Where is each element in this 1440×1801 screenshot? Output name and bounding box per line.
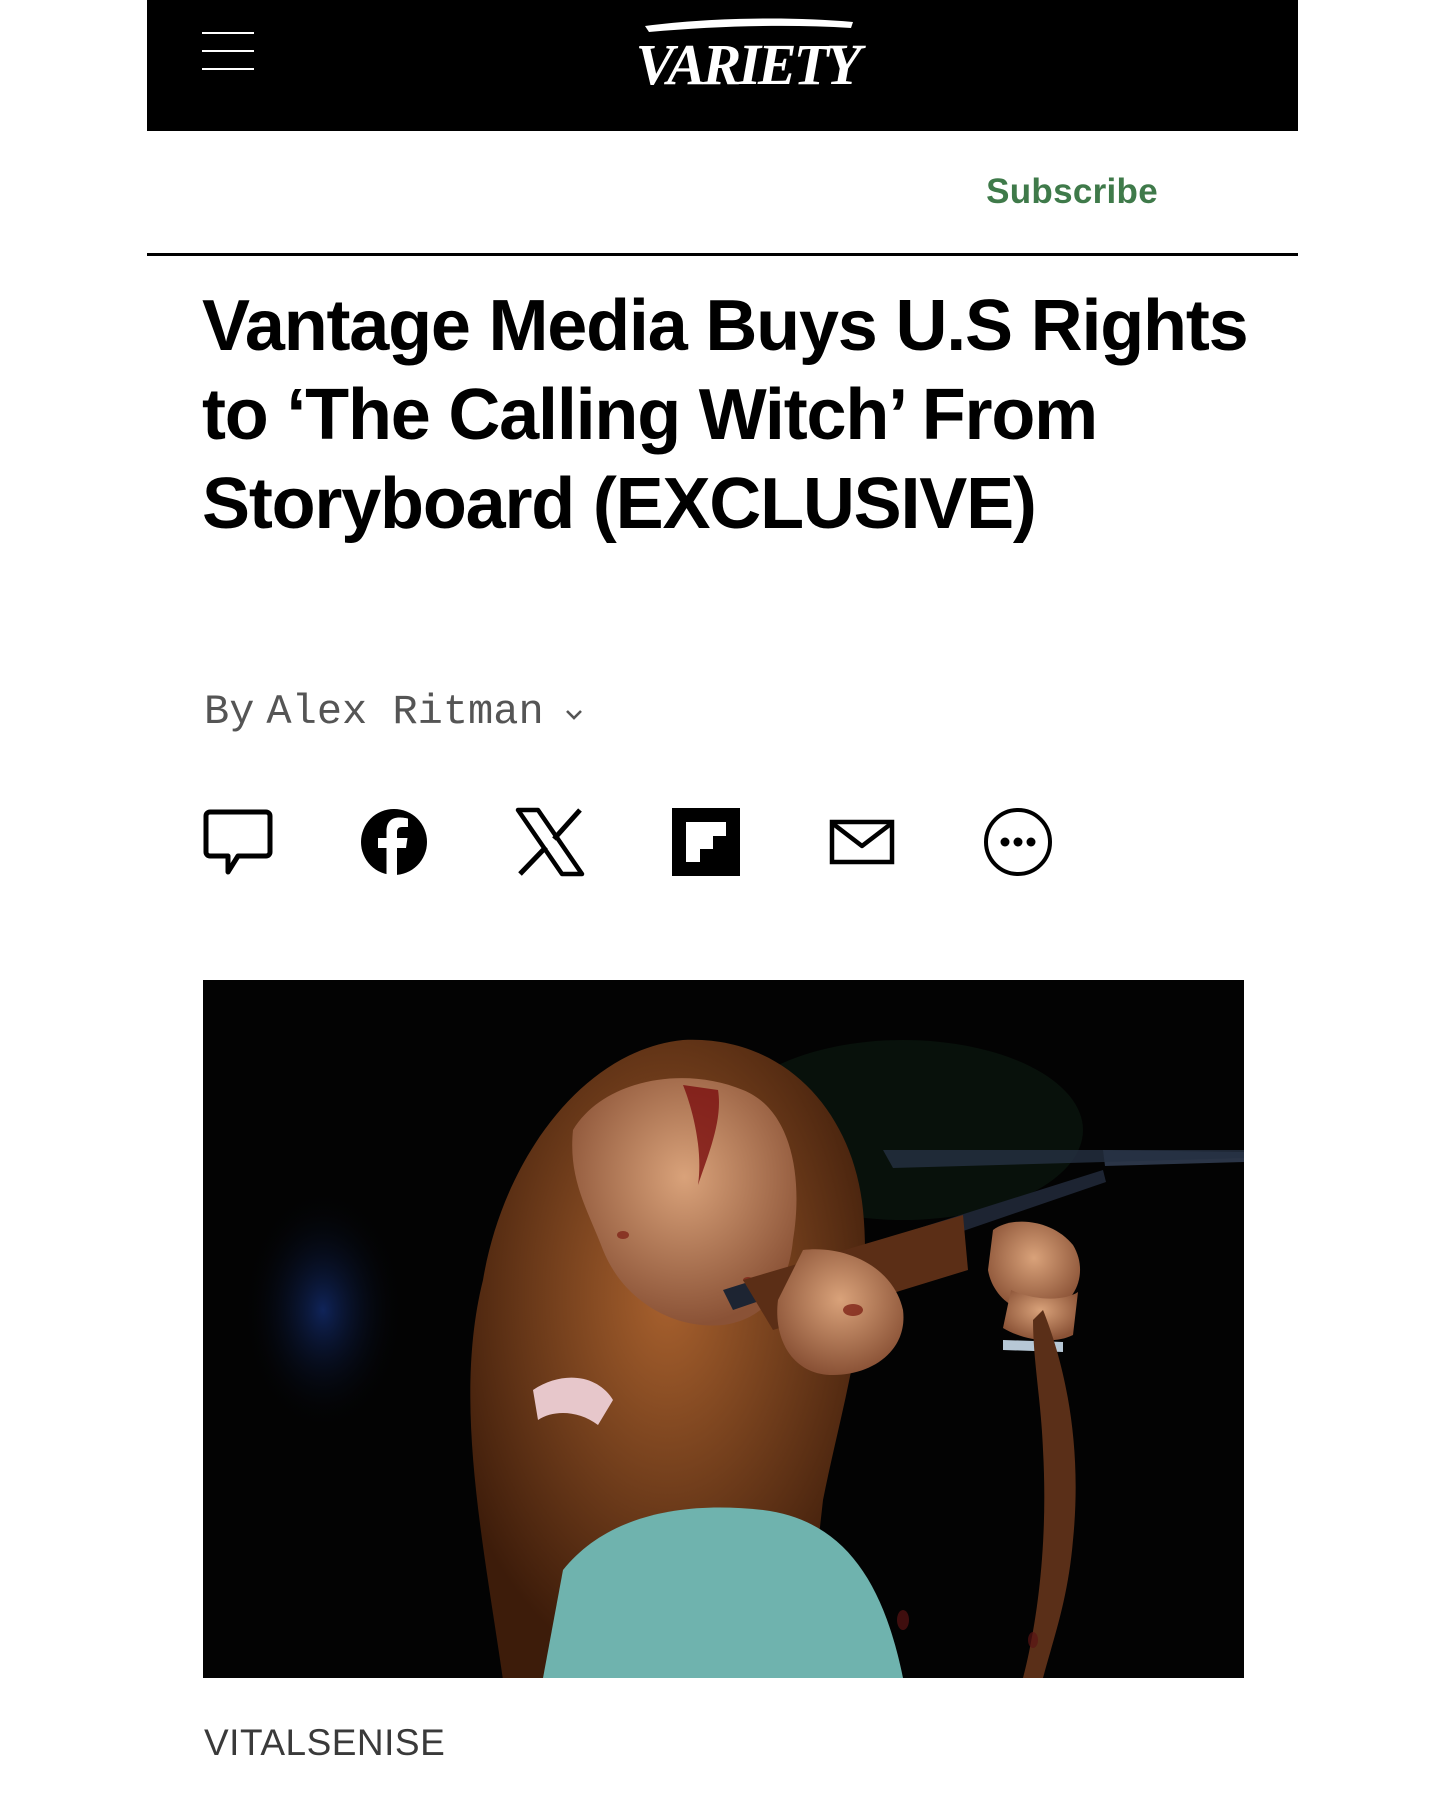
x-icon[interactable]: [514, 806, 586, 878]
svg-text:VARIETY: VARIETY: [636, 32, 866, 97]
more-icon[interactable]: [982, 806, 1054, 878]
comment-icon[interactable]: [202, 806, 274, 878]
byline: By Alex Ritman: [204, 688, 586, 736]
author-name[interactable]: Alex Ritman: [266, 688, 543, 736]
byline-prefix: By: [204, 688, 255, 736]
email-icon[interactable]: [826, 806, 898, 878]
article-hero-image: [203, 980, 1244, 1678]
site-header: VARIETY: [147, 0, 1298, 131]
image-credit: VITALSENISE: [204, 1722, 446, 1763]
header-divider: [147, 253, 1298, 256]
facebook-icon[interactable]: [358, 806, 430, 878]
chevron-down-icon[interactable]: [562, 703, 586, 727]
hamburger-menu-icon[interactable]: [202, 32, 254, 72]
subscribe-link[interactable]: Subscribe: [986, 172, 1158, 212]
article-headline: Vantage Media Buys U.S Rights to ‘The Ca…: [202, 286, 1249, 544]
variety-logo[interactable]: VARIETY: [627, 12, 867, 102]
share-bar: [202, 806, 1102, 878]
flipboard-icon[interactable]: [670, 806, 742, 878]
